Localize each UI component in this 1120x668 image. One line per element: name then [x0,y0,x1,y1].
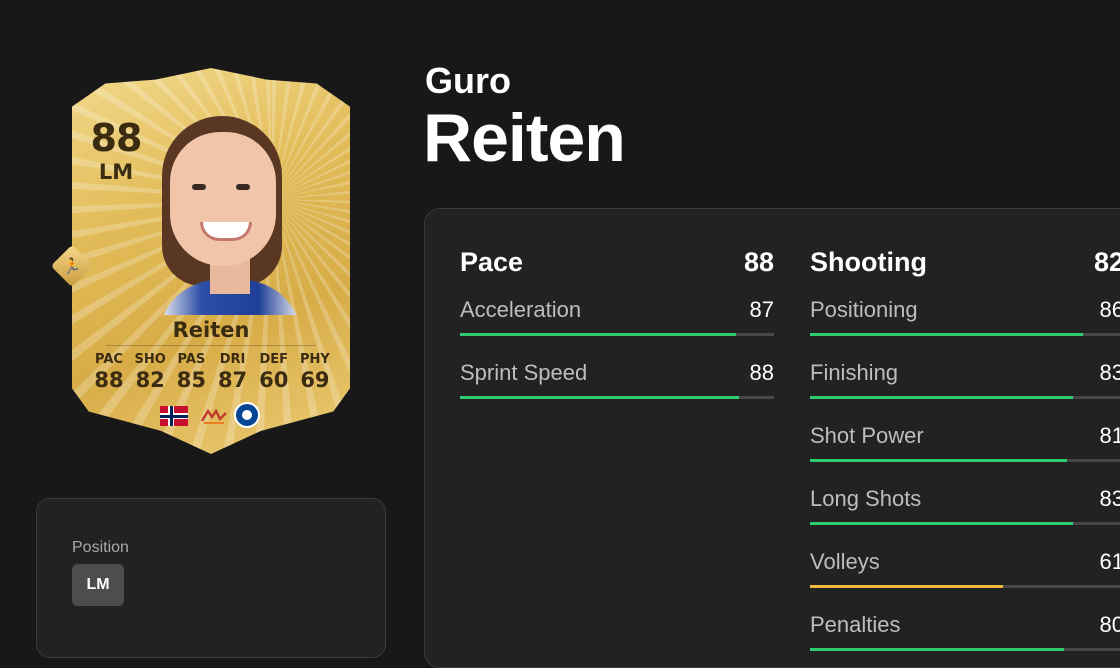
stat-row: Acceleration 87 [460,277,774,340]
card-stat-label: PAS [177,352,206,367]
club-crest-icon [234,402,260,428]
card-stat: PAC 88 [92,352,126,393]
stat-row: Positioning 86 [810,277,1120,340]
stat-row: Penalties 80 [810,592,1120,655]
card-stat-value: 82 [135,368,165,392]
stat-bar-track [810,333,1120,336]
card-stat-label: PAC [95,352,123,367]
stat-group-title: Pace [460,246,524,277]
stat-name: Penalties [810,612,901,637]
position-chip: LM [72,564,124,606]
card-stats: PAC 88 SHO 82 PAS 85 DRI 87 DEF 60 PHY 6… [92,352,332,393]
player-portrait [140,110,320,315]
stat-row: Shot Power 81 [810,403,1120,466]
player-first-name: Guro [425,60,511,101]
stat-name: Finishing [810,360,899,385]
stats-panel: Pace 88 Acceleration 87 Sprint Speed 88 … [424,208,1120,668]
player-last-name: Reiten [423,100,626,176]
stat-bar-fill [460,396,740,399]
card-divider [106,345,316,346]
stat-bar-track [810,585,1120,588]
stat-group-shooting: Shooting 82 Positioning 86 Finishing 83 … [810,247,1120,655]
stat-value: 83 [1099,486,1120,511]
stat-bar-fill [810,333,1083,336]
stat-row: Finishing 83 [810,340,1120,403]
card-stat-value: 87 [217,368,248,392]
runner-icon: 🏃 [62,258,82,275]
stat-value: 86 [1099,297,1120,322]
stat-bar-track [460,396,774,399]
card-stat-label: SHO [134,352,166,367]
card-position: LM [98,160,134,184]
stat-value: 87 [749,297,774,322]
card-stat-value: 60 [259,368,289,392]
card-stat: DEF 60 [257,352,291,393]
stat-bar-fill [460,333,736,336]
card-stat-label: DEF [259,352,289,367]
stat-bar-track [460,333,774,336]
stat-bar-fill [810,648,1064,651]
stat-bar-fill [810,396,1074,399]
stat-bar-fill [810,459,1067,462]
stat-group-value: 82 [1093,246,1120,277]
card-rating: 88 [90,116,143,160]
league-logo-icon [200,408,227,424]
stat-group-header: Pace 88 [460,247,774,277]
card-stat: PAS 85 [174,352,208,393]
stat-group-header: Shooting 82 [810,247,1120,277]
card-stat-value: 88 [94,368,124,392]
stat-name: Positioning [810,297,918,322]
card-player-name: Reiten [172,318,250,342]
position-label: Position [72,539,129,556]
stat-group-title: Shooting [810,246,927,277]
stat-bar-track [810,459,1120,462]
stat-bar-track [810,522,1120,525]
stat-value: 83 [1099,360,1120,385]
stat-name: Acceleration [460,297,582,322]
stat-value: 81 [1099,423,1120,448]
stat-value: 88 [749,360,774,385]
stat-row: Sprint Speed 88 [460,340,774,403]
stat-group-value: 88 [743,246,774,277]
card-stat: PHY 69 [298,352,332,393]
stat-name: Shot Power [810,423,924,448]
stat-bar-track [810,648,1120,651]
card-stat-label: PHY [300,352,330,367]
position-panel: Position LM [36,498,386,658]
stat-bar-track [810,396,1120,399]
card-stat: SHO 82 [133,352,167,393]
stat-name: Volleys [810,549,880,574]
stat-row: Long Shots 83 [810,466,1120,529]
stat-group-pace: Pace 88 Acceleration 87 Sprint Speed 88 [460,247,774,403]
card-badges [160,402,270,430]
stat-bar-fill [810,585,1004,588]
stat-value: 80 [1099,612,1120,637]
card-stat-label: DRI [219,352,246,367]
card-stat: DRI 87 [216,352,250,393]
stat-name: Long Shots [810,486,922,511]
norway-flag-icon [160,406,188,426]
card-stat-value: 85 [176,368,206,392]
stat-bar-fill [810,522,1074,525]
stat-row: Volleys 61 [810,529,1120,592]
stat-name: Sprint Speed [460,360,588,385]
stat-value: 61 [1099,549,1120,574]
card-stat-value: 69 [300,368,330,392]
